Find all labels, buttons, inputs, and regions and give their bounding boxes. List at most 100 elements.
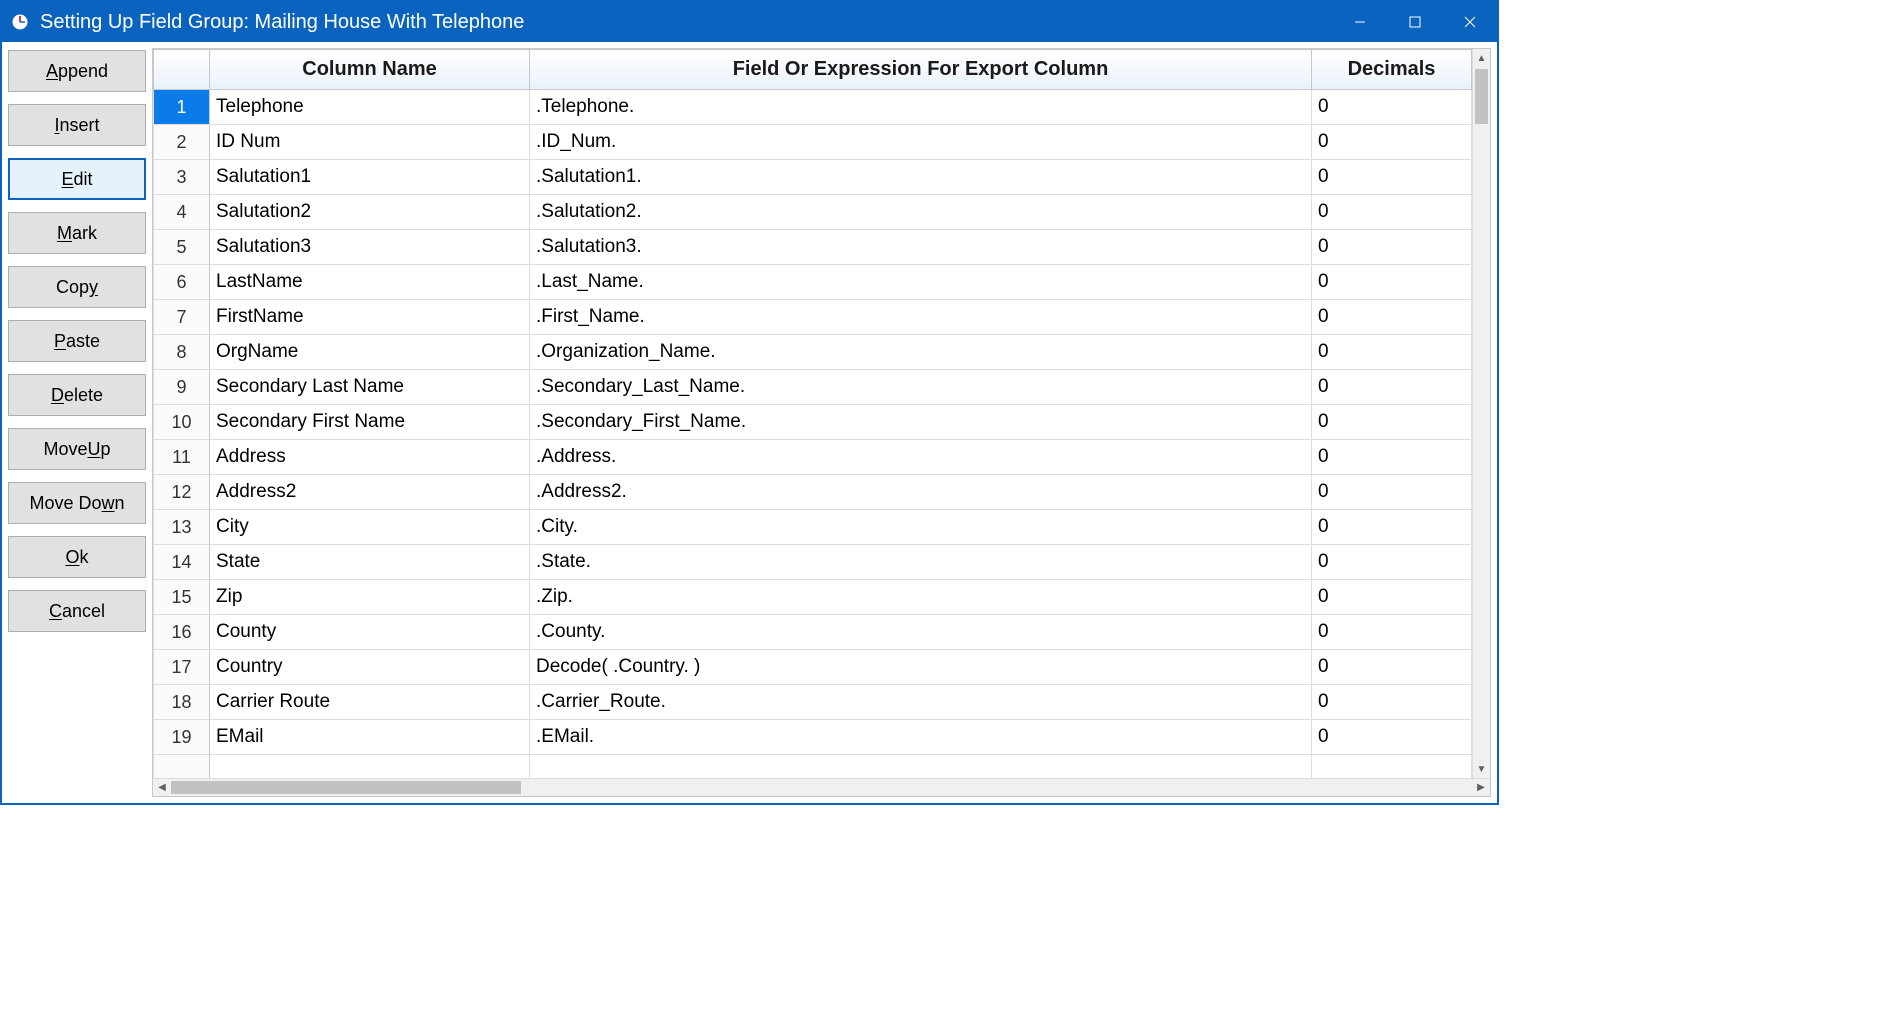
- horizontal-scrollbar[interactable]: ◀ ▶: [153, 778, 1490, 796]
- cell-decimals[interactable]: 0: [1312, 405, 1472, 440]
- cell-column-name[interactable]: Salutation1: [210, 160, 530, 195]
- header-rownum[interactable]: [154, 50, 210, 90]
- cell-decimals[interactable]: 0: [1312, 440, 1472, 475]
- horizontal-scroll-track[interactable]: [171, 779, 1472, 796]
- cell-decimals[interactable]: 0: [1312, 265, 1472, 300]
- row-number[interactable]: 5: [154, 230, 210, 265]
- table-row[interactable]: 15Zip.Zip.0: [154, 580, 1472, 615]
- row-number[interactable]: 17: [154, 650, 210, 685]
- row-number[interactable]: 18: [154, 685, 210, 720]
- cell-expression[interactable]: .Telephone.: [530, 90, 1312, 125]
- cell-expression[interactable]: .First_Name.: [530, 300, 1312, 335]
- table-row[interactable]: 6LastName.Last_Name.0: [154, 265, 1472, 300]
- cell-column-name[interactable]: Address: [210, 440, 530, 475]
- row-number[interactable]: 19: [154, 720, 210, 755]
- insert-button[interactable]: Insert: [8, 104, 146, 146]
- cell-expression[interactable]: .Secondary_First_Name.: [530, 405, 1312, 440]
- cell-expression[interactable]: .State.: [530, 545, 1312, 580]
- cancel-button[interactable]: Cancel: [8, 590, 146, 632]
- table-row[interactable]: 3Salutation1.Salutation1.0: [154, 160, 1472, 195]
- row-number[interactable]: 1: [154, 90, 210, 125]
- table-row[interactable]: 17CountryDecode( .Country. )0: [154, 650, 1472, 685]
- cell-decimals[interactable]: 0: [1312, 125, 1472, 160]
- minimize-button[interactable]: [1332, 2, 1387, 42]
- cell-decimals[interactable]: 0: [1312, 335, 1472, 370]
- cell-column-name[interactable]: FirstName: [210, 300, 530, 335]
- append-button[interactable]: Append: [8, 50, 146, 92]
- cell-column-name[interactable]: County: [210, 615, 530, 650]
- movedown-button[interactable]: Move Down: [8, 482, 146, 524]
- table-row[interactable]: 7FirstName.First_Name.0: [154, 300, 1472, 335]
- moveup-button[interactable]: Move Up: [8, 428, 146, 470]
- cell-decimals[interactable]: 0: [1312, 545, 1472, 580]
- table-row[interactable]: 13City.City.0: [154, 510, 1472, 545]
- empty-cell[interactable]: [154, 755, 210, 779]
- mark-button[interactable]: Mark: [8, 212, 146, 254]
- cell-expression[interactable]: .Secondary_Last_Name.: [530, 370, 1312, 405]
- header-expression[interactable]: Field Or Expression For Export Column: [530, 50, 1312, 90]
- close-button[interactable]: [1442, 2, 1497, 42]
- cell-column-name[interactable]: Carrier Route: [210, 685, 530, 720]
- cell-decimals[interactable]: 0: [1312, 300, 1472, 335]
- delete-button[interactable]: Delete: [8, 374, 146, 416]
- edit-button[interactable]: Edit: [8, 158, 146, 200]
- row-number[interactable]: 12: [154, 475, 210, 510]
- cell-column-name[interactable]: Address2: [210, 475, 530, 510]
- cell-expression[interactable]: .Salutation3.: [530, 230, 1312, 265]
- row-number[interactable]: 9: [154, 370, 210, 405]
- row-number[interactable]: 16: [154, 615, 210, 650]
- cell-expression[interactable]: Decode( .Country. ): [530, 650, 1312, 685]
- empty-cell[interactable]: [530, 755, 1312, 779]
- copy-button[interactable]: Copy: [8, 266, 146, 308]
- cell-expression[interactable]: .Address.: [530, 440, 1312, 475]
- cell-column-name[interactable]: Salutation2: [210, 195, 530, 230]
- scroll-down-icon[interactable]: ▼: [1473, 760, 1490, 778]
- cell-decimals[interactable]: 0: [1312, 580, 1472, 615]
- cell-expression[interactable]: .EMail.: [530, 720, 1312, 755]
- row-number[interactable]: 14: [154, 545, 210, 580]
- cell-decimals[interactable]: 0: [1312, 230, 1472, 265]
- cell-expression[interactable]: .Zip.: [530, 580, 1312, 615]
- row-number[interactable]: 13: [154, 510, 210, 545]
- row-number[interactable]: 2: [154, 125, 210, 160]
- cell-column-name[interactable]: Secondary Last Name: [210, 370, 530, 405]
- header-column-name[interactable]: Column Name: [210, 50, 530, 90]
- cell-column-name[interactable]: Country: [210, 650, 530, 685]
- cell-decimals[interactable]: 0: [1312, 510, 1472, 545]
- cell-expression[interactable]: .City.: [530, 510, 1312, 545]
- cell-expression[interactable]: .ID_Num.: [530, 125, 1312, 160]
- cell-column-name[interactable]: LastName: [210, 265, 530, 300]
- empty-cell[interactable]: [210, 755, 530, 779]
- cell-column-name[interactable]: ID Num: [210, 125, 530, 160]
- cell-decimals[interactable]: 0: [1312, 720, 1472, 755]
- scroll-up-icon[interactable]: ▲: [1473, 49, 1490, 67]
- cell-decimals[interactable]: 0: [1312, 650, 1472, 685]
- cell-expression[interactable]: .Last_Name.: [530, 265, 1312, 300]
- table-row[interactable]: 5Salutation3.Salutation3.0: [154, 230, 1472, 265]
- table-row[interactable]: 18Carrier Route.Carrier_Route.0: [154, 685, 1472, 720]
- row-number[interactable]: 7: [154, 300, 210, 335]
- table-row[interactable]: 16County.County.0: [154, 615, 1472, 650]
- table-row[interactable]: 8OrgName.Organization_Name.0: [154, 335, 1472, 370]
- cell-decimals[interactable]: 0: [1312, 475, 1472, 510]
- row-number[interactable]: 4: [154, 195, 210, 230]
- cell-decimals[interactable]: 0: [1312, 370, 1472, 405]
- horizontal-scroll-thumb[interactable]: [171, 781, 521, 794]
- cell-expression[interactable]: .Salutation2.: [530, 195, 1312, 230]
- vertical-scrollbar[interactable]: ▲ ▼: [1472, 49, 1490, 778]
- table-row[interactable]: 12Address2.Address2.0: [154, 475, 1472, 510]
- scroll-right-icon[interactable]: ▶: [1472, 779, 1490, 796]
- row-number[interactable]: 3: [154, 160, 210, 195]
- table-row[interactable]: 2ID Num.ID_Num.0: [154, 125, 1472, 160]
- cell-column-name[interactable]: EMail: [210, 720, 530, 755]
- vertical-scroll-thumb[interactable]: [1475, 69, 1488, 124]
- cell-column-name[interactable]: Salutation3: [210, 230, 530, 265]
- cell-column-name[interactable]: State: [210, 545, 530, 580]
- table-row[interactable]: 9Secondary Last Name.Secondary_Last_Name…: [154, 370, 1472, 405]
- cell-expression[interactable]: .County.: [530, 615, 1312, 650]
- cell-expression[interactable]: .Salutation1.: [530, 160, 1312, 195]
- cell-expression[interactable]: .Carrier_Route.: [530, 685, 1312, 720]
- row-number[interactable]: 6: [154, 265, 210, 300]
- cell-column-name[interactable]: City: [210, 510, 530, 545]
- table-row-empty[interactable]: [154, 755, 1472, 779]
